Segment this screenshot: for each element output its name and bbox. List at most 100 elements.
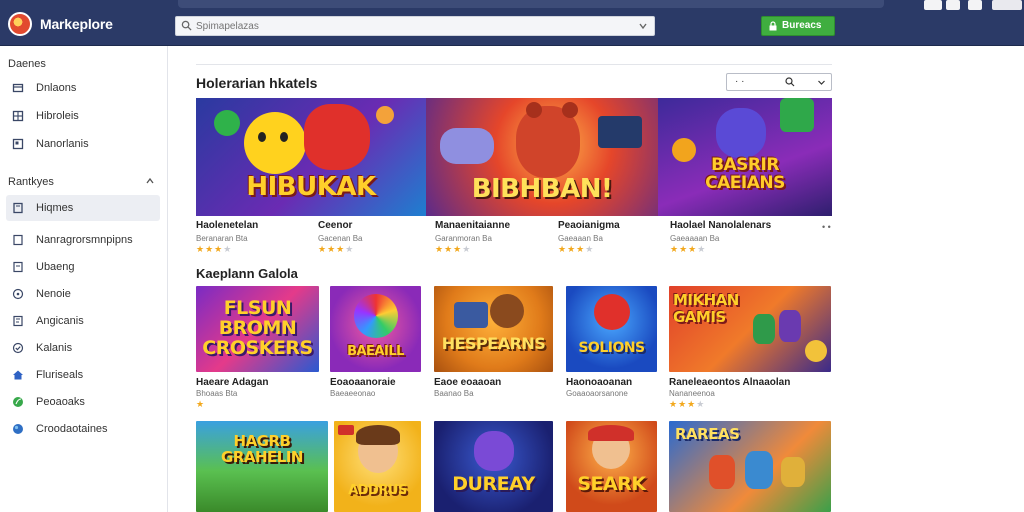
sidebar-item-10[interactable]: Peoaoaks — [6, 390, 160, 414]
window-control-3[interactable] — [968, 0, 982, 10]
card-title[interactable]: Manaenitaianne — [435, 220, 510, 231]
sidebar-section-title: Daenes — [8, 58, 46, 70]
sidebar-item-4[interactable]: Nanragrorsmnpipns — [6, 228, 160, 252]
leaf-icon — [13, 397, 23, 407]
sidebar-item-active[interactable]: Hiqmes — [6, 195, 160, 221]
header-action-label: Bureacs — [782, 20, 822, 31]
more-options-icon[interactable]: • • — [822, 222, 831, 232]
card-meta: Baanao Ba — [434, 389, 474, 398]
game-thumbnail[interactable]: SEARK — [566, 421, 657, 512]
game-thumbnail[interactable]: HAGRB GRAHELIN — [196, 421, 328, 512]
sidebar-item-label: Croodaotaines — [36, 423, 108, 435]
app-logo-icon — [8, 12, 32, 36]
bear-art — [490, 294, 524, 328]
game-thumbnail[interactable]: RAREAS — [669, 421, 831, 512]
sidebar-item-6[interactable]: Nenoie — [6, 282, 160, 306]
sidebar-item-7[interactable]: Angicanis — [6, 309, 160, 333]
home-icon — [13, 370, 23, 380]
window-close-button[interactable] — [992, 0, 1022, 10]
app-name: Markeplore — [40, 16, 113, 32]
chevron-down-icon[interactable] — [638, 21, 648, 31]
rating-stars: ★★★★ — [670, 244, 707, 254]
window-control-1[interactable] — [924, 0, 942, 10]
card-meta: Garanmoran Ba — [435, 234, 492, 243]
rating-stars: ★★★★ — [435, 244, 472, 254]
card-title[interactable]: Haeare Adagan — [196, 377, 268, 388]
controller-art — [304, 104, 370, 170]
card-title[interactable]: Raneleaeontos Alnaaolan — [669, 377, 790, 388]
card-meta: Baeaeeonao — [330, 389, 376, 398]
card-title[interactable]: Haonoaoanan — [566, 377, 632, 388]
game-thumbnail[interactable]: DUREAY — [434, 421, 553, 512]
art-detail — [280, 132, 288, 142]
search-bar[interactable] — [175, 16, 655, 36]
monster-art — [716, 108, 766, 158]
card-meta: Gacenan Ba — [318, 234, 363, 243]
sort-dropdown[interactable]: · · — [726, 73, 832, 91]
featured-banner-2[interactable]: BIBHBAN! — [426, 98, 658, 216]
thumb-art-text: HESPEARNS — [441, 334, 546, 353]
monitor-art — [598, 116, 642, 148]
chevron-up-icon[interactable] — [145, 176, 155, 186]
game-thumbnail[interactable]: MIKHAN GAMIS — [669, 286, 831, 372]
game-thumbnail[interactable]: SOLIONS — [566, 286, 657, 372]
banner-art-text: BIBHBAN! — [471, 174, 613, 204]
card-title[interactable]: Haolael Nanolalenars — [670, 220, 771, 231]
document-icon — [13, 234, 23, 246]
header-action-button[interactable]: Bureacs — [761, 16, 835, 36]
featured-heading: Holerarian hkatels — [196, 75, 318, 91]
featured-banner-3[interactable]: BASRIR CAEIANS — [658, 98, 832, 216]
sidebar-item-label: Hiqmes — [36, 202, 74, 214]
art-detail — [779, 310, 801, 342]
card-meta: Nananeenoa — [669, 389, 715, 398]
card-title[interactable]: Eaoe eoaaoan — [434, 377, 501, 388]
sidebar-item-3[interactable]: Nanorlanis — [6, 132, 160, 156]
sidebar-item-label: Nanorlanis — [36, 138, 89, 150]
sidebar-item-label: Ubaeng — [36, 261, 75, 273]
bookmark-icon — [13, 202, 23, 214]
sidebar-item-1[interactable]: Dnlaons — [6, 76, 160, 100]
sidebar: Daenes Dnlaons Hibroleis Nanorlanis Rant… — [0, 46, 168, 512]
sidebar-item-label: Fluriseals — [36, 369, 84, 381]
sidebar-item-2[interactable]: Hibroleis — [6, 104, 160, 128]
art-detail — [214, 110, 240, 136]
art-detail — [745, 451, 773, 489]
art-detail — [753, 314, 775, 344]
card-title[interactable]: Eoaoaanoraie — [330, 377, 396, 388]
card-title[interactable]: Peaoianigma — [558, 220, 620, 231]
thumb-art-text: DUREAY — [452, 473, 535, 495]
art-detail — [805, 340, 827, 362]
game-thumbnail[interactable]: ADDRUS — [334, 421, 421, 512]
art-detail — [376, 106, 394, 124]
search-icon — [181, 20, 192, 31]
window-control-2[interactable] — [946, 0, 960, 10]
card-title[interactable]: Ceenor — [318, 220, 352, 231]
art-detail — [588, 425, 634, 441]
game-thumbnail[interactable]: BAEAILL — [330, 286, 421, 372]
game-thumbnail[interactable]: HESPEARNS — [434, 286, 553, 372]
sidebar-item-5[interactable]: Ubaeng — [6, 255, 160, 279]
art-detail — [562, 102, 578, 118]
smiley-art — [244, 112, 306, 174]
divider — [196, 64, 832, 65]
card-meta: Goaaoaorsanone — [566, 389, 628, 398]
card-title[interactable]: Haolenetelan — [196, 220, 258, 231]
rating-stars: ★★★★ — [558, 244, 595, 254]
tag-icon — [13, 261, 23, 273]
thumb-art-text: SOLIONS — [578, 340, 645, 356]
card-meta: Gaeaaaan Ba — [670, 234, 720, 243]
featured-banner-1[interactable]: HIBUKAK — [196, 98, 426, 216]
top-bar: Markeplore Bureacs — [0, 0, 1024, 46]
sidebar-item-label: Nenoie — [36, 288, 71, 300]
sidebar-item-label: Dnlaons — [36, 82, 77, 94]
sidebar-item-11[interactable]: Croodaotaines — [6, 417, 160, 441]
sidebar-item-9[interactable]: Fluriseals — [6, 363, 160, 387]
search-input[interactable] — [196, 19, 616, 34]
sidebar-section-title: Rantkyes — [8, 176, 54, 188]
game-thumbnail[interactable]: FLSUN BROMN CROSKERS — [196, 286, 319, 372]
gamepad-art — [440, 128, 494, 164]
character-art — [594, 294, 630, 330]
monster-art — [474, 431, 514, 471]
sidebar-item-8[interactable]: Kalanis — [6, 336, 160, 360]
grid-icon — [12, 110, 24, 122]
